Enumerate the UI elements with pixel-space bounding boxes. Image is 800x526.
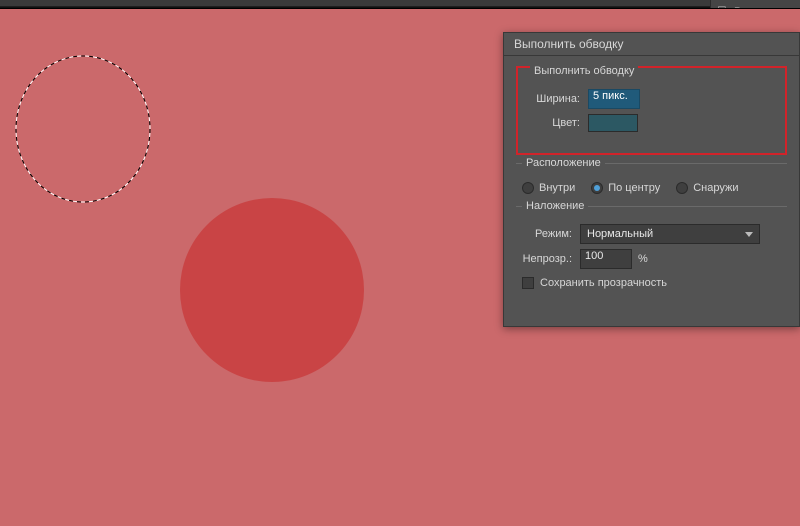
fieldset-location-legend: Расположение (522, 157, 605, 169)
fieldset-stroke: Выполнить обводку Ширина: 5 пикс. Цвет: (524, 72, 779, 143)
mode-label: Режим: (516, 228, 580, 240)
width-input[interactable]: 5 пикс. (588, 89, 640, 109)
opacity-unit: % (638, 253, 648, 265)
dialog-body: Выполнить обводку Ширина: 5 пикс. Цвет: … (504, 56, 799, 303)
stroke-dialog: Выполнить обводку Выполнить обводку Шири… (503, 32, 800, 327)
radio-outside-label: Снаружи (693, 182, 738, 194)
radio-dot-icon (591, 182, 603, 194)
fieldset-location: Расположение Внутри По центру Снаружи (516, 163, 787, 202)
fieldset-blending-legend: Наложение (522, 200, 588, 212)
dialog-titlebar[interactable]: Выполнить обводку (504, 33, 799, 56)
app-menubar (0, 0, 800, 7)
preserve-transparency-label: Сохранить прозрачность (540, 277, 667, 289)
mode-select[interactable]: Нормальный (580, 224, 760, 244)
opacity-input[interactable]: 100 (580, 249, 632, 269)
preserve-transparency-checkbox[interactable]: Сохранить прозрачность (522, 277, 787, 289)
radio-inside-label: Внутри (539, 182, 575, 194)
opacity-label: Непрозр.: (516, 253, 580, 265)
radio-inside[interactable]: Внутри (522, 182, 575, 194)
radio-dot-icon (522, 182, 534, 194)
fieldset-stroke-legend: Выполнить обводку (530, 65, 638, 77)
selection-marquee (14, 54, 152, 204)
radio-center-label: По центру (608, 182, 660, 194)
document-canvas[interactable]: Выполнить обводку Выполнить обводку Шири… (0, 8, 800, 526)
radio-outside[interactable]: Снаружи (676, 182, 738, 194)
color-label: Цвет: (524, 117, 588, 129)
fieldset-blending: Наложение Режим: Нормальный Непрозр.: 10… (516, 206, 787, 295)
radio-dot-icon (676, 182, 688, 194)
mode-select-value: Нормальный (587, 228, 653, 240)
shape-circle-red (180, 198, 364, 382)
dialog-title-text: Выполнить обводку (514, 37, 624, 51)
radio-center[interactable]: По центру (591, 182, 660, 194)
checkbox-box-icon (522, 277, 534, 289)
annotation-highlight: Выполнить обводку Ширина: 5 пикс. Цвет: (516, 66, 787, 155)
color-swatch[interactable] (588, 114, 638, 132)
width-label: Ширина: (524, 93, 588, 105)
